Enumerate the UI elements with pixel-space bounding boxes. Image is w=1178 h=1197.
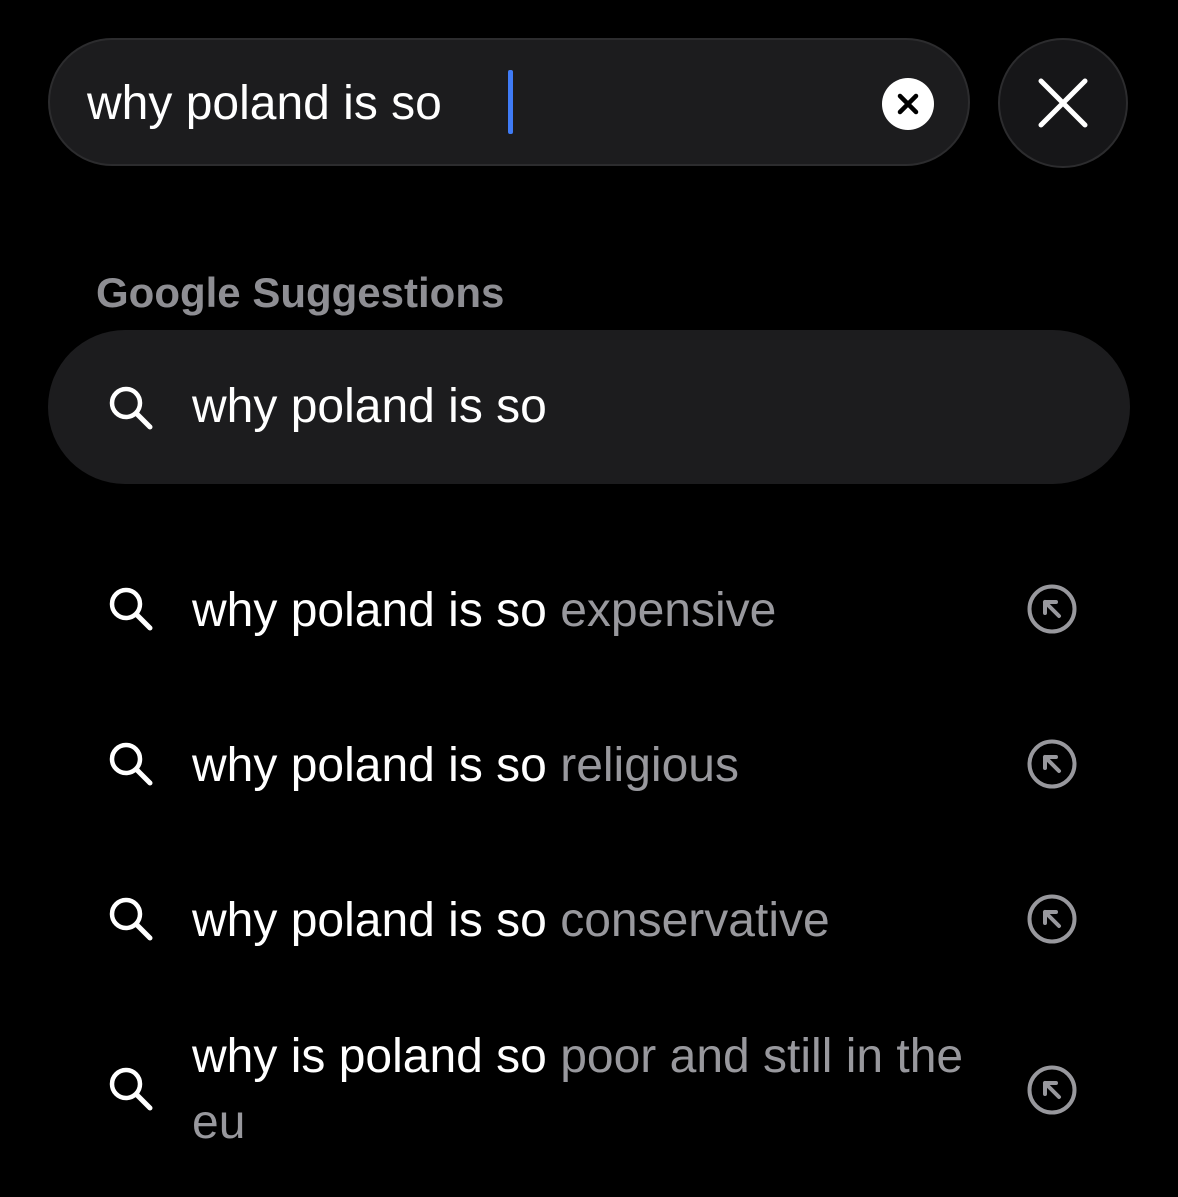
clear-circle-icon: [897, 93, 919, 115]
suggestion-text: why poland is so conservative: [192, 888, 982, 954]
suggestion-row[interactable]: why poland is so religious: [48, 733, 1130, 799]
search-icon: [109, 897, 153, 941]
suggestion-completion: expensive: [546, 584, 777, 637]
search-icon: [109, 1067, 153, 1111]
search-icon: [109, 587, 153, 631]
suggestion-query: why poland is so: [192, 894, 547, 947]
suggestion-query: why poland is so: [192, 739, 547, 792]
top-suggestion-label: why poland is so: [192, 380, 547, 433]
fill-arrow-icon[interactable]: [1026, 1064, 1078, 1116]
fill-arrow-icon[interactable]: [1026, 893, 1078, 945]
text-cursor: [508, 70, 513, 134]
section-title: Google Suggestions: [96, 269, 505, 316]
close-icon: [1038, 78, 1088, 128]
suggestion-text: why poland is so expensive: [192, 578, 982, 644]
suggestion-query: why is poland so: [192, 1030, 547, 1083]
clear-search-button[interactable]: [882, 78, 934, 130]
search-icon: [109, 742, 153, 786]
search-input[interactable]: why poland is so: [87, 76, 442, 132]
close-button[interactable]: [998, 38, 1128, 168]
fill-arrow-icon[interactable]: [1026, 583, 1078, 635]
suggestion-text: why is poland so poor and still in the e…: [192, 1024, 982, 1156]
suggestion-text: why poland is so religious: [192, 733, 982, 799]
fill-arrow-icon[interactable]: [1026, 738, 1078, 790]
suggestion-completion: conservative: [546, 894, 830, 947]
suggestion-row[interactable]: why poland is so expensive: [48, 578, 1130, 644]
top-suggestion-row[interactable]: why poland is so: [48, 330, 1130, 484]
suggestion-query: why poland is so: [192, 584, 547, 637]
suggestion-completion: religious: [546, 739, 739, 792]
suggestion-row[interactable]: why is poland so poor and still in the e…: [48, 1024, 1130, 1156]
search-bar[interactable]: why poland is so: [48, 38, 970, 166]
search-icon: [109, 386, 153, 430]
suggestion-row[interactable]: why poland is so conservative: [48, 888, 1130, 954]
